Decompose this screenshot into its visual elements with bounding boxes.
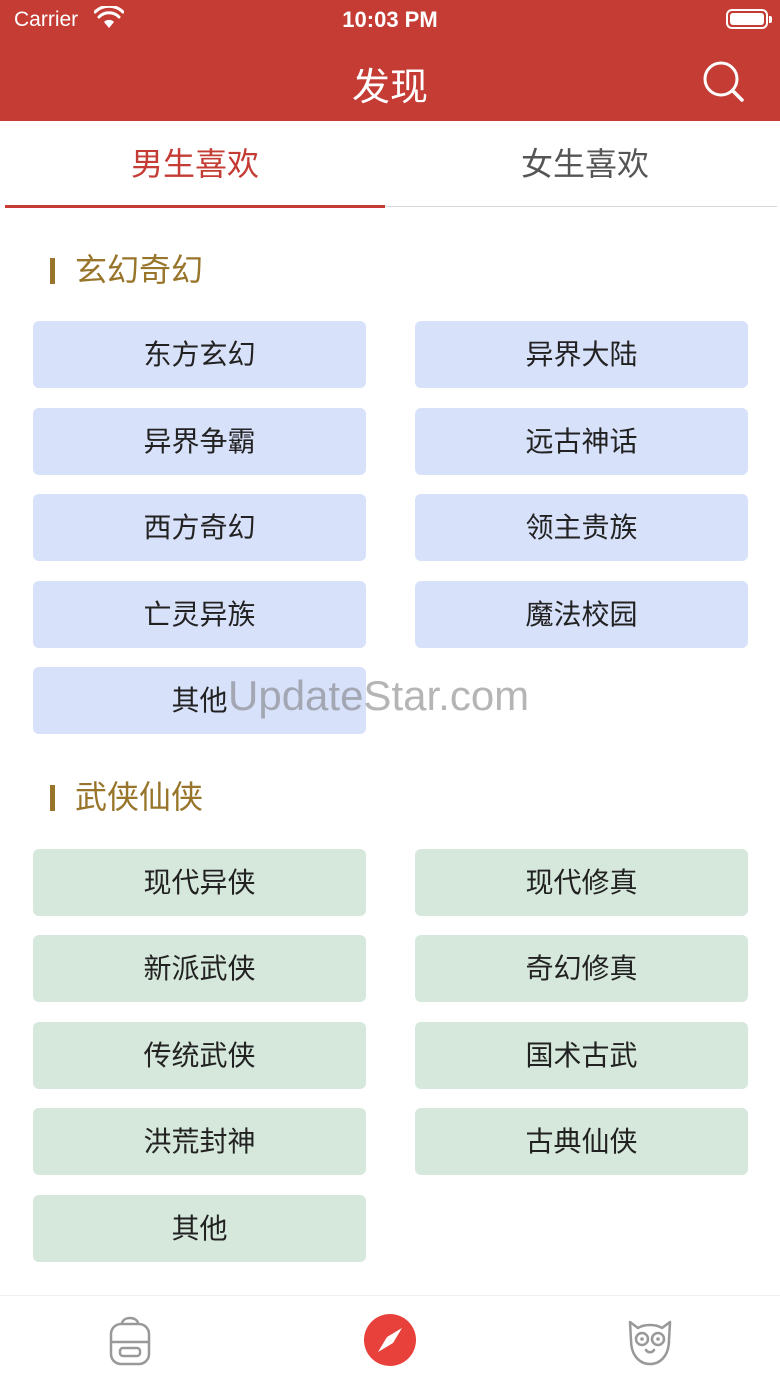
category-chip[interactable]: 远古神话 [415,408,748,475]
bottom-tab-bar [0,1295,780,1387]
tab-divider [385,206,777,207]
section-title-wuxia: 武侠仙侠 [50,772,203,818]
category-chip[interactable]: 新派武侠 [33,935,366,1002]
nav-header: Carrier 10:03 PM 发现 [0,0,780,121]
category-chip[interactable]: 现代异侠 [33,849,366,916]
compass-icon[interactable] [362,1310,418,1368]
category-chip[interactable]: 国术古武 [415,1022,748,1089]
status-time: 10:03 PM [342,7,438,32]
category-chip[interactable]: 古典仙侠 [415,1108,748,1175]
category-chip[interactable]: 洪荒封神 [33,1108,366,1175]
category-chip[interactable]: 其他 [33,1195,366,1262]
category-chip[interactable]: 传统武侠 [33,1022,366,1089]
search-icon[interactable] [700,58,746,104]
gender-tabs: 男生喜欢 女生喜欢 [0,121,780,208]
category-chip[interactable]: 领主贵族 [415,494,748,561]
section-marker [50,785,55,811]
page-title: 发现 [351,65,428,109]
section-title-fantasy: 玄幻奇幻 [50,245,203,291]
category-chip[interactable]: 现代修真 [415,849,748,916]
tab-female[interactable]: 女生喜欢 [390,121,780,208]
section-title-text: 玄幻奇幻 [75,251,204,289]
category-chip[interactable]: 异界大陆 [415,321,748,388]
category-chip[interactable]: 异界争霸 [33,408,366,475]
section-marker [50,258,55,284]
owl-icon[interactable] [622,1310,678,1368]
category-chip[interactable]: 奇幻修真 [415,935,748,1002]
backpack-icon[interactable] [102,1310,158,1368]
category-chip[interactable]: 东方玄幻 [33,321,366,388]
tab-male[interactable]: 男生喜欢 [0,121,390,208]
tab-indicator [5,205,385,208]
battery-icon [726,9,772,29]
watermark-text: UpdateStar.com [228,672,530,719]
section-title-text: 武侠仙侠 [75,778,204,816]
status-bar: Carrier 10:03 PM [0,0,780,40]
category-chip[interactable]: 西方奇幻 [33,494,366,561]
category-chip[interactable]: 魔法校园 [415,581,748,648]
category-chip[interactable]: 亡灵异族 [33,581,366,648]
